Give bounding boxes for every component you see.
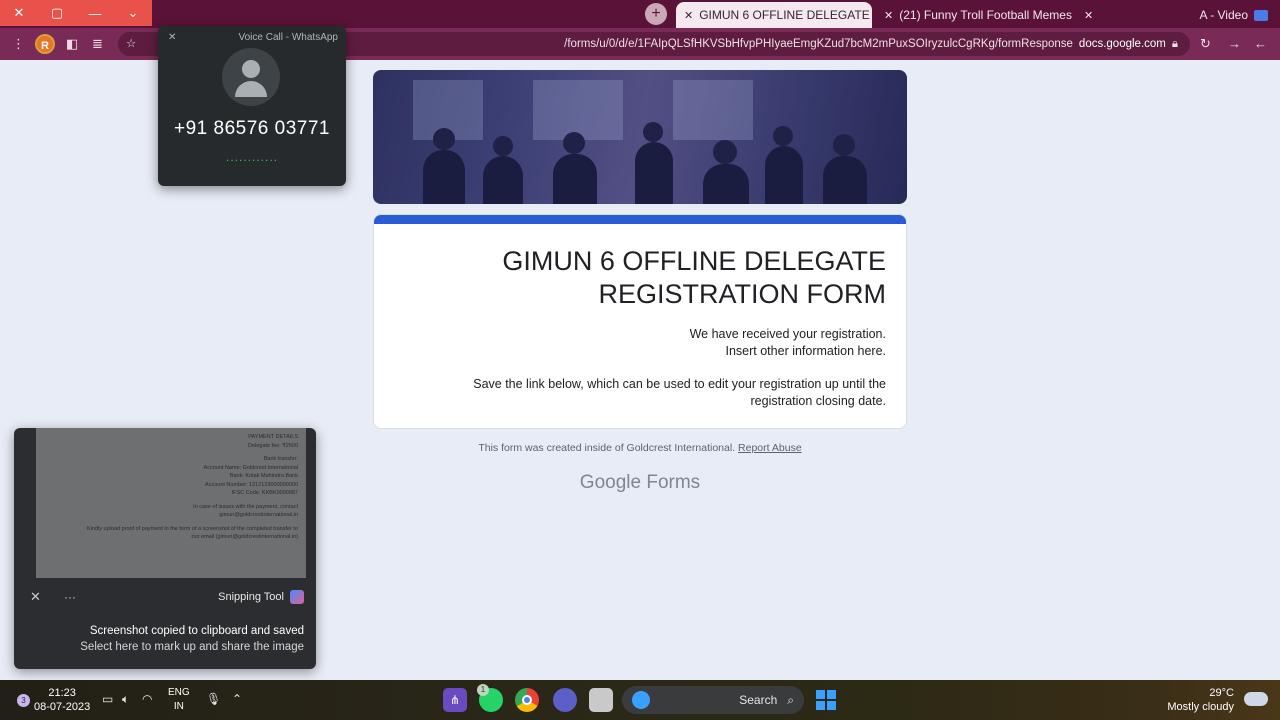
tab-youtube[interactable]: ✕ (21) Funny Troll Football Memes xyxy=(876,2,1072,28)
windows-taskbar: 3 21:23 08-07-2023 ▭ 🔈︎ ◠ ENG IN 🎙︎ ⌃ ⋔ … xyxy=(0,680,1280,720)
browser-tab-strip: ✕ ▢ — ⌄ + ✕ GIMUN 6 OFFLINE DELEGATE RE … xyxy=(0,0,1280,28)
new-tab-button[interactable]: + xyxy=(645,3,667,25)
preview-line: Bank: Kotak Mahindra Bank xyxy=(229,473,298,479)
confirmation-line: We have received your registration. xyxy=(689,327,886,341)
caller-avatar-icon xyxy=(222,48,280,106)
preview-line: Delegate fee: ₹2500 xyxy=(248,442,298,449)
teams-chat-icon[interactable] xyxy=(553,688,577,712)
volume-icon[interactable]: 🔈︎ xyxy=(122,692,129,707)
window-minimize-button[interactable]: — xyxy=(76,0,114,26)
google-forms-logo[interactable]: Google Forms xyxy=(373,472,907,494)
back-icon[interactable]: ← xyxy=(1254,36,1267,51)
screenshot-preview[interactable]: PAYMENT DETAILS Delegate fee: ₹2500 Bank… xyxy=(36,428,306,578)
window-close-button[interactable]: ✕ xyxy=(0,0,38,26)
profile-avatar[interactable]: R xyxy=(35,34,55,54)
menu-dots-icon[interactable]: ⋮ xyxy=(12,36,25,52)
tab-title: GIMUN 6 OFFLINE DELEGATE RE xyxy=(699,8,872,22)
whatsapp-app-icon[interactable]: 1 xyxy=(477,684,503,712)
toast-subtitle: Select here to mark up and share the ima… xyxy=(80,641,304,653)
app-name: Snipping Tool xyxy=(218,591,284,603)
url-path: /forms/u/0/d/e/1FAIpQLSfHKVSbHfvpPHIyaeE… xyxy=(564,38,1073,50)
toast-title: Screenshot copied to clipboard and saved xyxy=(89,625,304,637)
tab-close-icon[interactable]: ✕ xyxy=(884,9,893,22)
whatsapp-unread-badge: 1 xyxy=(477,684,489,696)
bing-icon xyxy=(632,691,650,709)
file-explorer-icon[interactable] xyxy=(589,688,613,712)
search-icon: ⌕ xyxy=(787,692,794,707)
window-controls: ✕ ▢ — ⌄ xyxy=(0,0,152,26)
call-close-button[interactable]: ✕ xyxy=(168,32,176,43)
preview-line: our email (gimun@goldcrestinternational.… xyxy=(191,534,298,540)
battery-icon[interactable]: ▭ xyxy=(102,692,113,706)
preview-line: Kindly upload proof of payment in the fo… xyxy=(87,525,298,532)
weather-widget[interactable]: 29°C Mostly cloudy xyxy=(1167,686,1234,714)
caller-number: +91 86576 03771 xyxy=(174,118,330,139)
chrome-app-icon[interactable] xyxy=(515,688,539,712)
window-maximize-button[interactable]: ▢ xyxy=(38,0,76,26)
weather-desc: Mostly cloudy xyxy=(1167,701,1234,713)
confirmation-message: We have received your registration. Inse… xyxy=(416,326,886,426)
call-header: ✕ Voice Call - WhatsApp xyxy=(168,32,338,43)
logo-google: Google xyxy=(579,472,642,493)
lang-code: ENG xyxy=(168,687,190,698)
system-clock[interactable]: 21:23 08-07-2023 xyxy=(34,686,90,714)
footer-text: This form was created inside of Goldcres… xyxy=(478,442,736,454)
snipping-tool-notification[interactable]: PAYMENT DETAILS Delegate fee: ₹2500 Bank… xyxy=(14,428,316,669)
url-domain: docs.google.com xyxy=(1078,38,1166,50)
show-hidden-icons-chevron-icon[interactable]: ⌃ xyxy=(232,692,242,706)
lock-icon: 🔒︎ xyxy=(1171,38,1178,50)
whatsapp-call-popup[interactable]: ✕ Voice Call - WhatsApp +91 86576 03771 … xyxy=(158,26,346,186)
form-footer-note: This form was created inside of Goldcres… xyxy=(373,442,907,454)
language-indicator[interactable]: ENG IN xyxy=(168,686,190,714)
preview-line: IFSC Code: KKBK0000987 xyxy=(231,490,298,496)
preview-line: In case of issues with the payment, cont… xyxy=(193,503,298,510)
tab-video[interactable]: ✕ A - Video xyxy=(1076,2,1276,28)
tab-search-button[interactable]: ⌄ xyxy=(114,0,152,26)
logo-forms: Forms xyxy=(646,472,701,493)
call-title: Voice Call - WhatsApp xyxy=(238,32,339,43)
bookmark-star-icon[interactable]: ☆ xyxy=(126,32,136,56)
preview-line: Bank transfer: xyxy=(263,456,298,462)
tab-close-icon[interactable]: ✕ xyxy=(1084,9,1093,22)
weather-temp: 29°C xyxy=(1209,687,1234,699)
search-placeholder: Search xyxy=(739,693,778,707)
toast-close-button[interactable]: ✕ xyxy=(30,589,41,605)
toast-more-button[interactable]: ··· xyxy=(64,590,76,604)
form-title: GIMUN 6 OFFLINE DELEGATE REGISTRATION FO… xyxy=(502,246,886,309)
tab-label-group: A - Video xyxy=(1200,8,1268,22)
taskbar-search-box[interactable]: Search ⌕ xyxy=(622,686,804,714)
reload-icon[interactable]: ↻ xyxy=(1200,36,1211,52)
tab-title: A - Video xyxy=(1199,8,1248,22)
reading-list-icon[interactable]: ≣ xyxy=(92,36,103,52)
toast-message: Screenshot copied to clipboard and saved… xyxy=(34,623,304,655)
side-panel-icon[interactable]: ◧ xyxy=(66,36,78,52)
confirmation-line: Save the link below, which can be used t… xyxy=(473,377,886,408)
preview-line: PAYMENT DETAILS xyxy=(248,434,298,440)
clock-date: 08-07-2023 xyxy=(34,701,91,713)
windows-start-icon[interactable] xyxy=(816,690,836,710)
tab-title: (21) Funny Troll Football Memes xyxy=(899,8,1072,22)
confirmation-line: Insert other information here. xyxy=(725,344,887,358)
microphone-icon[interactable]: 🎙︎ xyxy=(206,692,221,706)
form-confirmation-card: GIMUN 6 OFFLINE DELEGATE REGISTRATION FO… xyxy=(373,214,907,429)
teams-app-icon[interactable]: ⋔ xyxy=(443,688,467,712)
snipping-tool-icon xyxy=(290,590,304,604)
notification-count-badge[interactable]: 3 xyxy=(17,694,30,707)
preview-line: Account Number: 1212123000000000 xyxy=(205,481,298,488)
clock-time: 21:23 xyxy=(48,687,76,699)
form-header-image xyxy=(373,70,907,204)
calling-indicator: ............ xyxy=(225,150,278,164)
cloud-weather-icon xyxy=(1244,692,1268,706)
report-abuse-link[interactable]: Report Abuse xyxy=(738,442,802,454)
tab-close-icon[interactable]: ✕ xyxy=(684,9,693,22)
wifi-icon[interactable]: ◠ xyxy=(142,692,152,706)
forward-icon[interactable]: → xyxy=(1228,36,1241,51)
form-accent-bar xyxy=(374,215,906,224)
lang-region: IN xyxy=(173,701,184,712)
preview-line: gimun@goldcrestinternational.in xyxy=(219,512,298,518)
preview-line: Account Name: Goldcrest International xyxy=(203,464,298,471)
toast-app-label: Snipping Tool xyxy=(218,590,304,604)
tab-gimun-form[interactable]: ✕ GIMUN 6 OFFLINE DELEGATE RE xyxy=(676,2,872,28)
video-favicon-icon xyxy=(1254,9,1268,21)
